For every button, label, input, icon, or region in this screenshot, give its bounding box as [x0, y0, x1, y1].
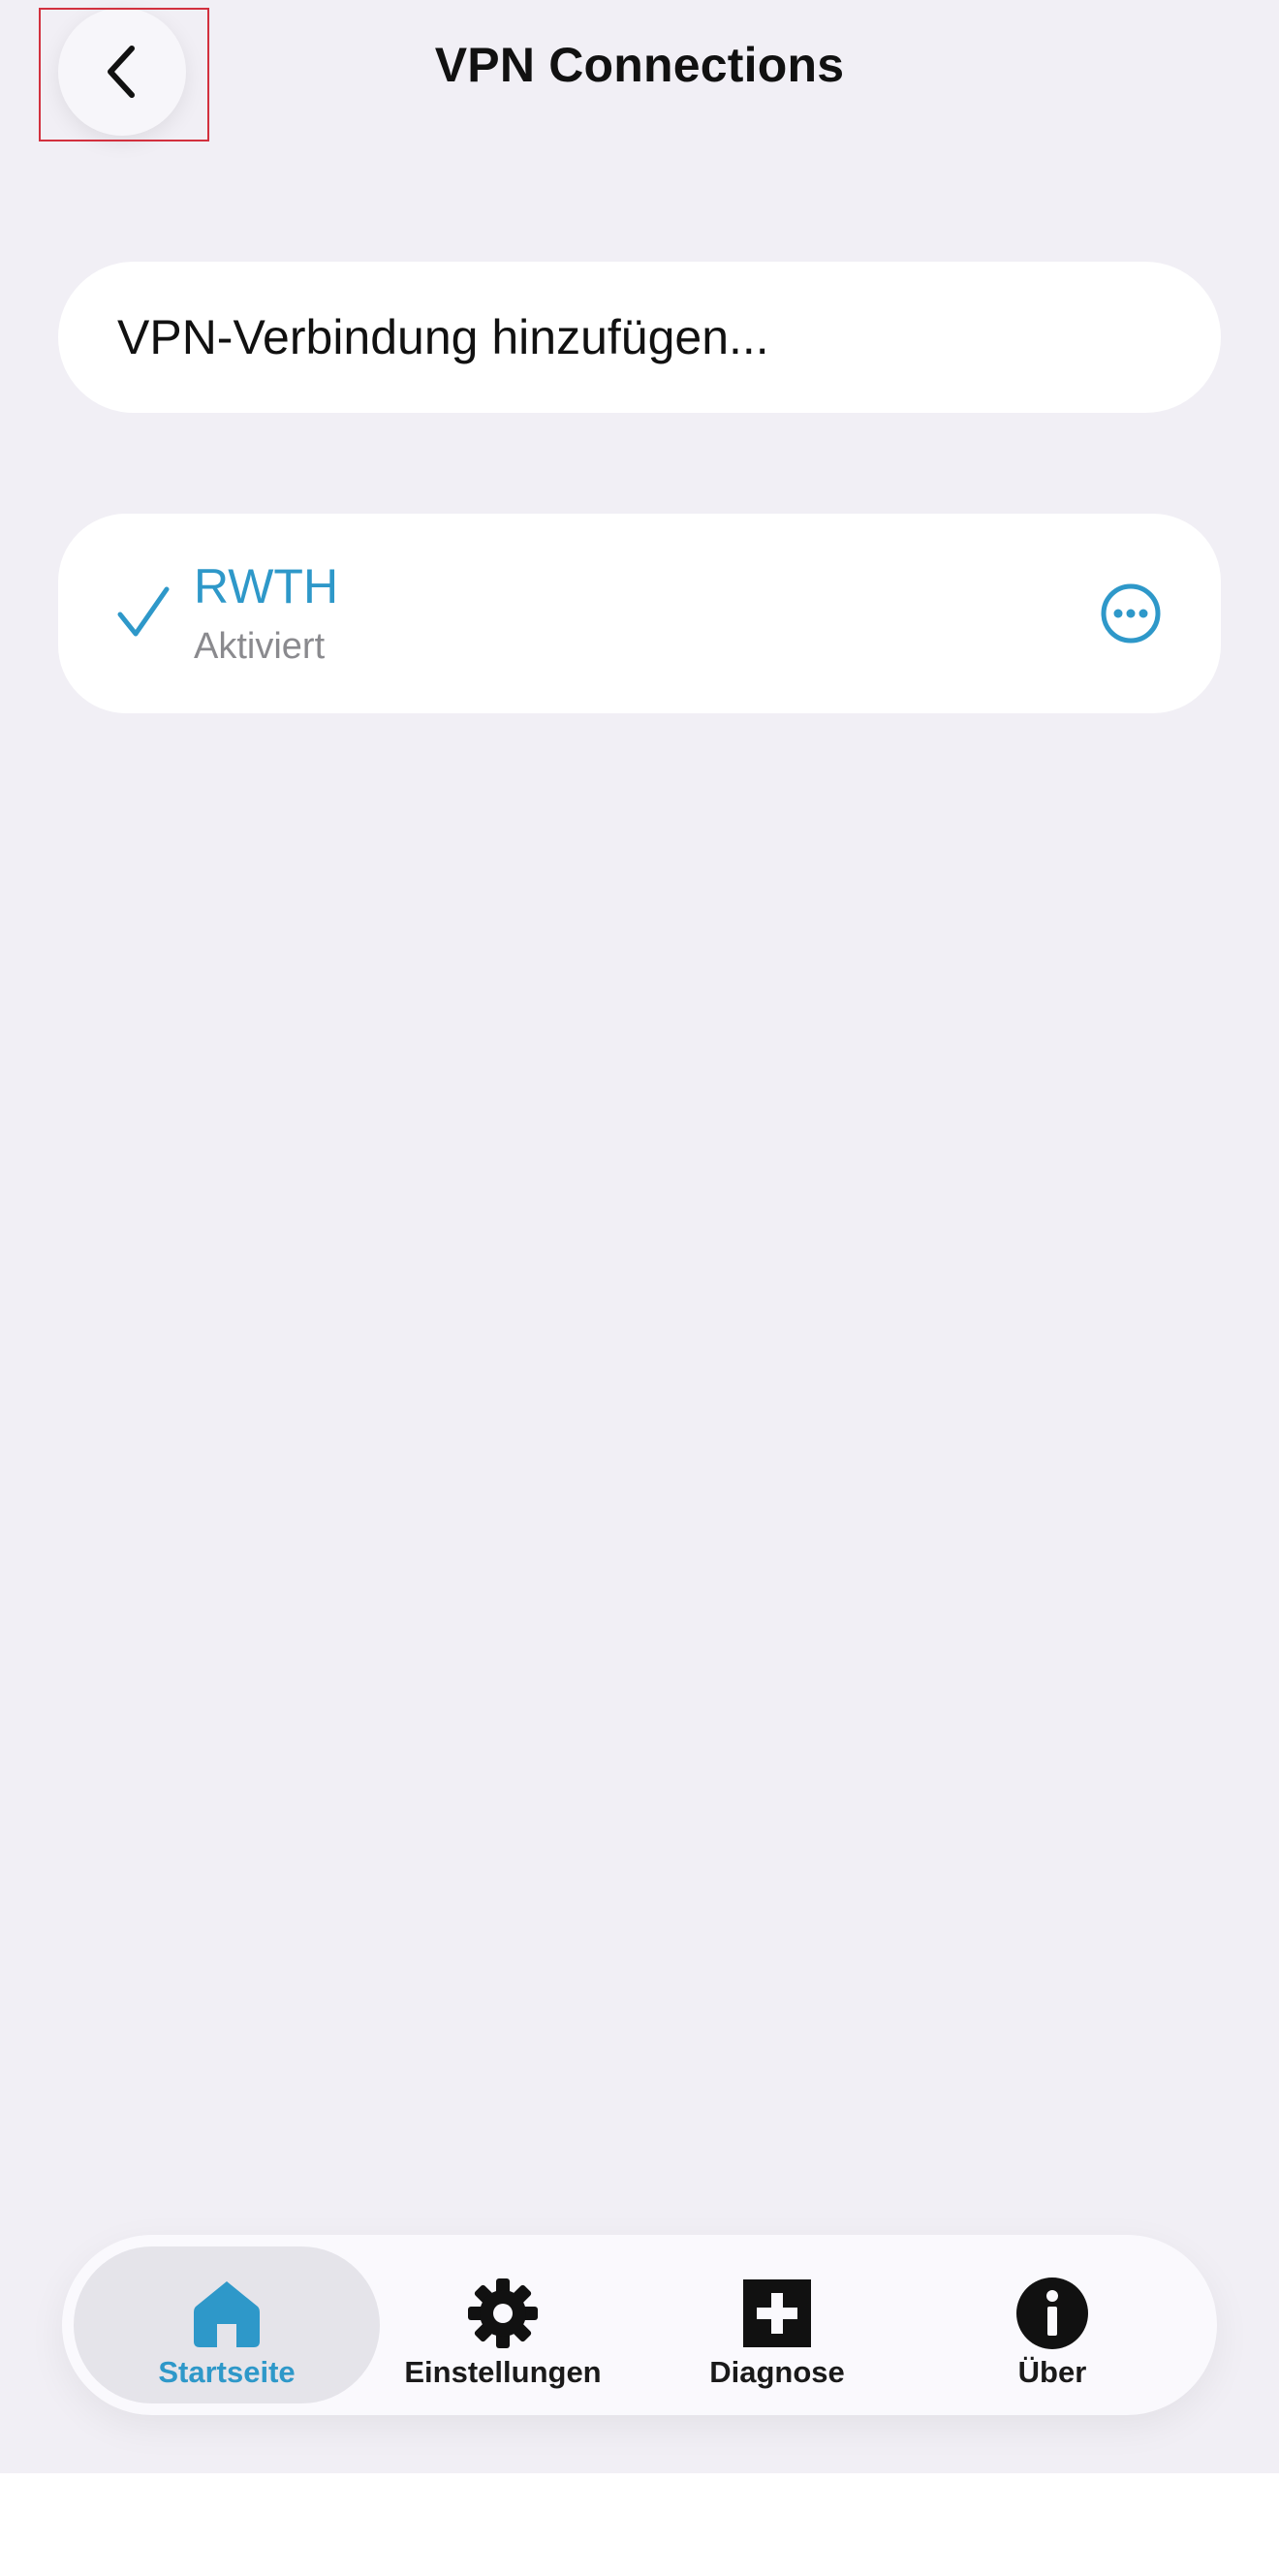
vpn-connection-item[interactable]: RWTH Aktiviert	[58, 514, 1221, 713]
info-circle-icon	[1014, 2276, 1090, 2351]
tab-label-startseite: Startseite	[158, 2355, 296, 2389]
tab-diagnose[interactable]: Diagnose	[624, 2246, 930, 2403]
tab-bar: Startseite Einstellungen Diagnose Über	[62, 2235, 1217, 2415]
tab-label-ueber: Über	[1017, 2355, 1087, 2389]
tab-label-diagnose: Diagnose	[709, 2355, 845, 2389]
bottom-safe-area	[0, 2473, 1279, 2576]
gear-icon	[465, 2276, 541, 2351]
vpn-status: Aktiviert	[194, 626, 326, 667]
tab-label-einstellungen: Einstellungen	[404, 2355, 602, 2389]
header: VPN Connections	[0, 0, 1279, 145]
checkmark-icon	[117, 586, 170, 637]
tab-einstellungen[interactable]: Einstellungen	[350, 2246, 656, 2403]
home-icon	[189, 2276, 265, 2351]
plus-square-icon	[739, 2276, 815, 2351]
tab-ueber[interactable]: Über	[899, 2246, 1205, 2403]
add-vpn-button[interactable]: VPN-Verbindung hinzufügen...	[58, 262, 1221, 413]
ellipsis-circle-icon[interactable]	[1101, 583, 1161, 644]
vpn-name: RWTH	[194, 559, 339, 613]
add-vpn-label: VPN-Verbindung hinzufügen...	[117, 310, 769, 364]
page-title: VPN Connections	[434, 38, 845, 92]
tab-startseite[interactable]: Startseite	[74, 2246, 380, 2403]
